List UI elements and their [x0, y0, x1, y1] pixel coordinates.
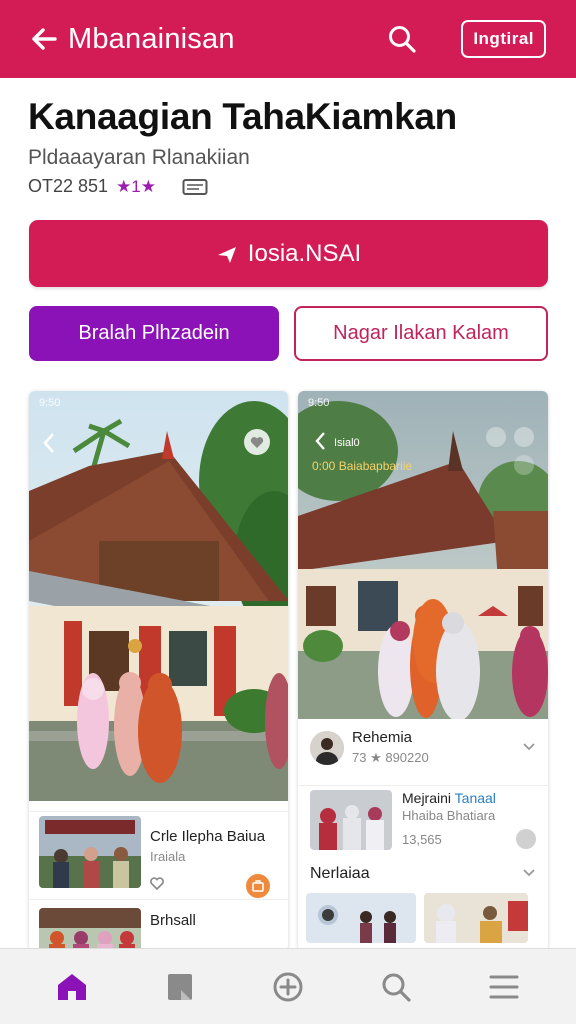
post-title: Mejraini — [402, 790, 452, 806]
search-icon[interactable] — [378, 969, 414, 1005]
overlay-subtitle: 0:00 Baiabapbariie — [312, 459, 413, 473]
app-root: Mbanainisan Ingtiral Kanaagian TahaKiamk… — [0, 0, 576, 1024]
profile-row[interactable]: Rehemia 73 ★ 890220 — [298, 729, 548, 766]
back-arrow-icon[interactable] — [30, 25, 58, 53]
thumbnail-strip — [298, 893, 548, 943]
home-icon[interactable] — [54, 969, 90, 1005]
header-action-button[interactable]: Ingtiral — [461, 20, 546, 58]
section-header[interactable]: Nerlaiaa — [298, 865, 548, 883]
profile-name: Rehemia — [352, 729, 413, 746]
strip-thumbnail[interactable] — [424, 893, 528, 943]
item-title: Brhsall — [150, 912, 196, 929]
item-subtitle: Iraiala — [150, 849, 186, 864]
menu-icon[interactable] — [486, 969, 522, 1005]
badge-icon — [516, 829, 536, 849]
outline-action-button[interactable]: Nagar Ilakan Kalam — [294, 306, 548, 361]
bookmark-icon[interactable] — [162, 969, 198, 1005]
item-thumbnail — [39, 816, 141, 888]
post-thumbnail — [310, 790, 392, 850]
section-title: Nerlaiaa — [310, 865, 370, 882]
post-row[interactable]: Mejraini Tanaal Hhaiba Bhatiara 13,565 — [298, 785, 548, 850]
favorite-icon[interactable] — [244, 429, 270, 455]
house-photo[interactable]: 9:50 — [29, 391, 288, 801]
bottom-navigation — [0, 948, 576, 1024]
chevron-left-icon[interactable] — [314, 431, 328, 456]
item-thumbnail — [39, 908, 141, 951]
page-subtitle: Pldaaayaran Rlanakiian — [28, 146, 250, 169]
heart-outline-icon[interactable] — [150, 877, 164, 895]
add-icon[interactable] — [270, 969, 306, 1005]
post-subtitle: Hhaiba Bhatiara — [402, 808, 496, 823]
preview-card-left[interactable]: 9:50 Crle Ilepha Baiua Iraiala Brhsall — [29, 391, 288, 951]
meta-row: OT22 851 ★1★ — [28, 176, 208, 197]
chevron-down-icon[interactable] — [522, 865, 536, 883]
page-title: Kanaagian TahaKiamkan — [28, 96, 457, 137]
status-time: 9:50 — [39, 397, 61, 409]
more-icon[interactable] — [514, 455, 534, 475]
post-count: 13,565 — [402, 831, 442, 847]
primary-cta-label: Iosia.NSAI — [247, 239, 362, 267]
share-icon[interactable] — [246, 874, 270, 898]
meta-code: OT22 851 — [28, 176, 109, 196]
reload-icon[interactable] — [486, 427, 506, 447]
profile-stats: 73 ★ 890220 — [352, 750, 429, 765]
plane-icon — [216, 243, 238, 265]
list-item[interactable]: Brhsall — [29, 899, 288, 951]
rating-stars: ★1★ — [116, 176, 156, 196]
primary-cta-button[interactable]: Iosia.NSAI — [29, 220, 548, 287]
preview-card-right[interactable]: 9:50 Isial0 0:00 Baiabapbariie Rehemia 7… — [298, 391, 548, 951]
purple-action-button[interactable]: Bralah Plhzadein — [29, 306, 279, 361]
post-title-accent: Tanaal — [454, 790, 496, 806]
overlay-title: Isial0 — [334, 437, 360, 449]
top-app-bar: Mbanainisan Ingtiral — [0, 0, 576, 78]
search-icon[interactable] — [387, 24, 417, 54]
status-time: 9:50 — [308, 397, 330, 409]
chevron-left-icon[interactable] — [41, 431, 57, 460]
list-item[interactable]: Crle Ilepha Baiua Iraiala — [29, 811, 288, 898]
village-photo[interactable]: 9:50 Isial0 0:00 Baiabapbariie — [298, 391, 548, 719]
chevron-down-icon[interactable] — [522, 739, 536, 757]
ticket-icon — [182, 178, 208, 196]
strip-thumbnail[interactable] — [306, 893, 416, 943]
app-bar-title: Mbanainisan — [68, 22, 235, 55]
camera-icon[interactable] — [514, 427, 534, 447]
avatar — [310, 730, 344, 765]
item-title: Crle Ilepha Baiua — [150, 828, 266, 845]
